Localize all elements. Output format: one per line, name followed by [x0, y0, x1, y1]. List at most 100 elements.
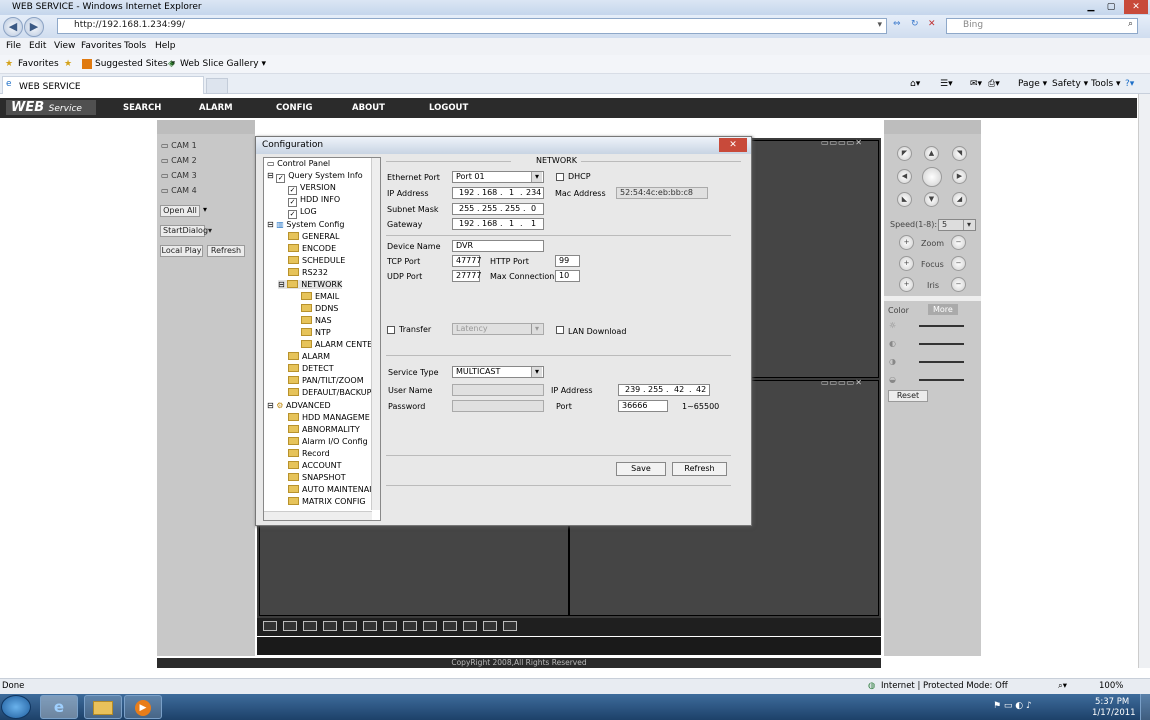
dialog-close-button[interactable]: ✕	[719, 138, 747, 152]
iris-out-button[interactable]: −	[951, 277, 966, 292]
user-name-input[interactable]	[452, 384, 544, 396]
tree-vertical-scrollbar[interactable]	[371, 158, 380, 510]
ptz-up-button[interactable]: ▲	[924, 146, 939, 161]
ptz-down-button[interactable]: ▼	[924, 192, 939, 207]
http-port-input[interactable]: 99	[555, 255, 580, 267]
tree-version[interactable]: ✓ VERSION	[288, 183, 336, 195]
split-3-icon[interactable]	[303, 621, 317, 631]
help-icon[interactable]: ?▾	[1125, 79, 1134, 89]
saturation-slider[interactable]	[919, 361, 964, 363]
nav-alarm[interactable]: ALARM	[199, 103, 233, 113]
subnet-input[interactable]: 255. 255. 255. 0	[452, 203, 544, 215]
ethernet-port-select[interactable]: Port 01	[452, 171, 544, 183]
minimize-button[interactable]: ▁	[1080, 0, 1102, 14]
split-12-icon[interactable]	[483, 621, 497, 631]
tree-hdd[interactable]: ✓ HDD INFO	[288, 195, 340, 207]
nav-about[interactable]: ABOUT	[352, 103, 385, 113]
color-tab[interactable]: Color	[888, 306, 909, 315]
tree-system[interactable]: ⊟ ▥ System Config	[267, 220, 344, 229]
tree-rs232[interactable]: RS232	[288, 268, 328, 277]
ptz-up-left-button[interactable]: ◤	[897, 146, 912, 161]
mc-ip-input[interactable]: 239. 255. 42. 42	[618, 384, 710, 396]
split-8-icon[interactable]	[403, 621, 417, 631]
open-all-dropdown-icon[interactable]: ▾	[203, 205, 207, 214]
ip-input[interactable]: 192. 168. 1. 234	[452, 187, 544, 199]
tree-abnormality[interactable]: ABNORMALITY	[288, 425, 360, 434]
cam-1[interactable]: ▭ CAM 1	[161, 141, 197, 150]
maximize-button[interactable]: ▢	[1100, 0, 1122, 14]
tree-encode[interactable]: ENCODE	[288, 244, 336, 253]
taskbar-ie-icon[interactable]: e	[40, 695, 78, 719]
nav-search[interactable]: SEARCH	[123, 103, 161, 113]
speed-select[interactable]: 5	[938, 219, 976, 231]
cell-2-controls-icon[interactable]: ▭▭▭▭✕	[821, 138, 877, 148]
cam-4[interactable]: ▭ CAM 4	[161, 186, 197, 195]
port-input[interactable]: 36666	[618, 400, 668, 412]
tree-matrix[interactable]: MATRIX CONFIG	[288, 497, 366, 506]
tree-root[interactable]: ▭ Control Panel	[267, 159, 330, 168]
taskbar-explorer-icon[interactable]	[84, 695, 122, 719]
tree-account[interactable]: ACCOUNT	[288, 461, 342, 470]
zone-text[interactable]: Internet | Protected Mode: Off	[881, 681, 1008, 691]
tree-log[interactable]: ✓ LOG	[288, 207, 317, 219]
refresh-icon[interactable]: ↻	[911, 19, 919, 29]
tray-icons[interactable]: ⚑ ▭ ◐ ♪	[993, 701, 1032, 711]
menu-edit[interactable]: Edit	[29, 41, 46, 51]
focus-out-button[interactable]: −	[951, 256, 966, 271]
tree-ntp[interactable]: NTP	[301, 328, 331, 337]
transfer-checkbox[interactable]	[387, 326, 395, 334]
split-13-icon[interactable]	[503, 621, 517, 631]
tree-general[interactable]: GENERAL	[288, 232, 339, 241]
tree-auto-maint[interactable]: AUTO MAINTENAI	[288, 485, 372, 494]
dialog-title-bar[interactable]: Configuration ✕	[256, 137, 751, 154]
mail-icon[interactable]: ✉▾	[970, 79, 982, 89]
split-6-icon[interactable]	[363, 621, 377, 631]
gateway-input[interactable]: 192. 168. 1. 1	[452, 218, 544, 230]
menu-help[interactable]: Help	[155, 41, 176, 51]
tree-network[interactable]: ⊟ NETWORK	[278, 280, 343, 289]
start-button[interactable]	[1, 695, 31, 719]
close-window-button[interactable]: ✕	[1124, 0, 1148, 14]
ptz-reset-button[interactable]: Reset	[888, 390, 928, 402]
tree-nas[interactable]: NAS	[301, 316, 332, 325]
menu-view[interactable]: View	[54, 41, 75, 51]
latency-select[interactable]: Latency	[452, 323, 544, 335]
add-favorite-icon[interactable]: ★	[64, 59, 72, 69]
zoom-out-button[interactable]: −	[951, 235, 966, 250]
ptz-center-button[interactable]	[922, 167, 942, 187]
tree-alarm-center[interactable]: ALARM CENTE	[301, 340, 372, 349]
search-icon[interactable]: ⌕	[1128, 19, 1133, 29]
local-play-button[interactable]: Local Play	[160, 245, 203, 257]
split-9-icon[interactable]	[423, 621, 437, 631]
password-input[interactable]	[452, 400, 544, 412]
ptz-up-right-button[interactable]: ◥	[952, 146, 967, 161]
ptz-down-left-button[interactable]: ◣	[897, 192, 912, 207]
lan-download-checkbox[interactable]	[556, 326, 564, 334]
page-scrollbar[interactable]	[1138, 94, 1150, 668]
split-5-icon[interactable]	[343, 621, 357, 631]
tree-ddns[interactable]: DDNS	[301, 304, 338, 313]
brightness-slider[interactable]	[919, 325, 964, 327]
tree-alarm-io[interactable]: Alarm I/O Config	[288, 437, 368, 446]
tree-record[interactable]: Record	[288, 449, 330, 458]
cam-2[interactable]: ▭ CAM 2	[161, 156, 197, 165]
web-slice-link[interactable]: Web Slice Gallery ▾	[180, 59, 266, 69]
compat-icon[interactable]: ⇔	[893, 19, 901, 29]
feeds-icon[interactable]: ☰▾	[940, 79, 953, 89]
taskbar-media-icon[interactable]: ▶	[124, 695, 162, 719]
tools-menu[interactable]: Tools ▾	[1091, 79, 1121, 89]
refresh-cams-button[interactable]: Refresh	[207, 245, 245, 257]
tab-web-service[interactable]: e WEB SERVICE	[2, 76, 204, 94]
cam-3[interactable]: ▭ CAM 3	[161, 171, 197, 180]
tree-hdd-manage[interactable]: HDD MANAGEME	[288, 413, 370, 422]
max-connection-input[interactable]: 10	[555, 270, 580, 282]
zoom-icon[interactable]: ⌕▾	[1058, 681, 1067, 691]
tree-horizontal-scrollbar[interactable]	[264, 511, 372, 520]
zoom-level[interactable]: 100%	[1099, 681, 1123, 691]
split-1-icon[interactable]	[263, 621, 277, 631]
suggested-sites-link[interactable]: Suggested Sites ▾	[95, 59, 175, 69]
clock-date[interactable]: 1/17/2011	[1092, 708, 1136, 718]
ptz-down-right-button[interactable]: ◢	[952, 192, 967, 207]
new-tab-button[interactable]	[206, 78, 228, 94]
contrast-slider[interactable]	[919, 343, 964, 345]
